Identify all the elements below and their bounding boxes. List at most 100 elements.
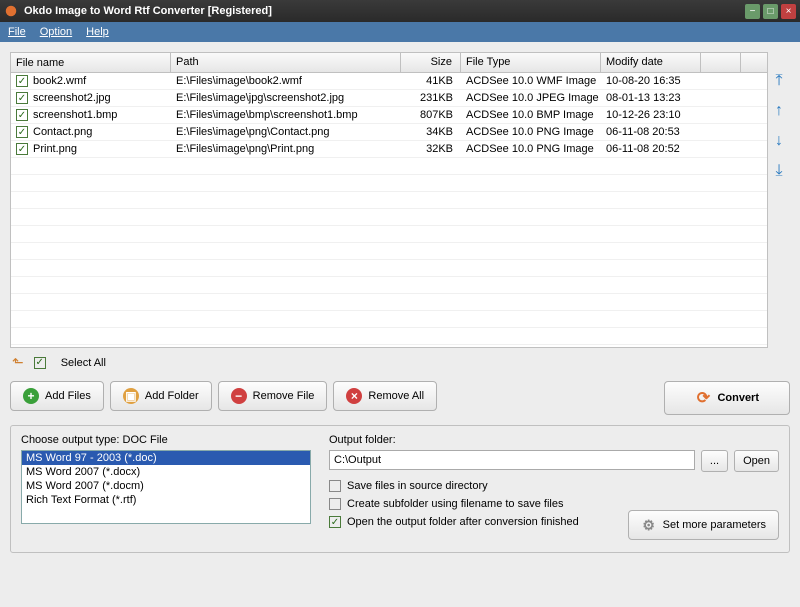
app-logo-icon — [4, 4, 18, 18]
menu-help[interactable]: Help — [86, 26, 109, 38]
list-item[interactable]: MS Word 2007 (*.docx) — [22, 465, 310, 479]
table-row — [11, 158, 767, 175]
col-size[interactable]: Size — [401, 53, 461, 72]
cell-type: ACDSee 10.0 PNG Image — [461, 142, 601, 156]
table-row — [11, 226, 767, 243]
cell-path: E:\Files\image\png\Contact.png — [171, 125, 401, 139]
cell-date: 06-11-08 20:52 — [601, 142, 701, 156]
list-item[interactable]: MS Word 97 - 2003 (*.doc) — [22, 451, 310, 465]
output-type-label: Choose output type: DOC File — [21, 434, 311, 446]
output-folder-label: Output folder: — [329, 434, 779, 446]
table-row — [11, 175, 767, 192]
output-type-list[interactable]: MS Word 97 - 2003 (*.doc) MS Word 2007 (… — [21, 450, 311, 524]
cell-size: 231KB — [401, 91, 461, 105]
col-filename[interactable]: File name — [11, 53, 171, 72]
move-down-icon[interactable]: ↓ — [775, 132, 783, 150]
cell-size: 32KB — [401, 142, 461, 156]
cell-date: 10-08-20 16:35 — [601, 74, 701, 88]
open-after-label: Open the output folder after conversion … — [347, 516, 579, 528]
remove-file-button[interactable]: −Remove File — [218, 381, 328, 411]
move-top-icon[interactable]: ⤒ — [775, 72, 782, 90]
cell-size: 34KB — [401, 125, 461, 139]
cell-size: 41KB — [401, 74, 461, 88]
set-more-parameters-button[interactable]: ⚙Set more parameters — [628, 510, 779, 540]
col-type[interactable]: File Type — [461, 53, 601, 72]
select-all-checkbox[interactable]: ✓ — [34, 357, 46, 369]
move-up-icon[interactable]: ↑ — [775, 102, 783, 120]
cell-type: ACDSee 10.0 BMP Image — [461, 108, 601, 122]
select-all-label: Select All — [61, 357, 106, 369]
table-row[interactable]: ✓ screenshot1.bmp E:\Files\image\bmp\scree… — [11, 107, 767, 124]
convert-button[interactable]: ⟳Convert — [664, 381, 790, 415]
table-row[interactable]: ✓ Print.png E:\Files\image\png\Print.png32… — [11, 141, 767, 158]
close-button[interactable]: × — [781, 4, 796, 19]
row-checkbox[interactable]: ✓ — [16, 143, 28, 155]
table-row[interactable]: ✓ screenshot2.jpg E:\Files\image\jpg\scree… — [11, 90, 767, 107]
folder-icon: ▣ — [123, 388, 139, 404]
window-title: Okdo Image to Word Rtf Converter [Regist… — [24, 5, 742, 17]
cell-filename: Contact.png — [33, 126, 92, 138]
reorder-buttons: ⤒ ↑ ↓ ⤓ — [768, 52, 790, 348]
minimize-button[interactable]: − — [745, 4, 760, 19]
save-source-checkbox[interactable] — [329, 480, 341, 492]
table-row — [11, 260, 767, 277]
output-folder-input[interactable] — [329, 450, 695, 470]
table-row — [11, 328, 767, 345]
cell-path: E:\Files\image\jpg\screenshot2.jpg — [171, 91, 401, 105]
file-grid[interactable]: File name Path Size File Type Modify dat… — [10, 52, 768, 348]
subfolder-label: Create subfolder using filename to save … — [347, 498, 563, 510]
cell-path: E:\Files\image\png\Print.png — [171, 142, 401, 156]
col-extra — [701, 53, 741, 72]
subfolder-checkbox[interactable] — [329, 498, 341, 510]
plus-icon: + — [23, 388, 39, 404]
open-after-checkbox[interactable]: ✓ — [329, 516, 341, 528]
minus-icon: − — [231, 388, 247, 404]
open-button[interactable]: Open — [734, 450, 779, 472]
table-row[interactable]: ✓ book2.wmf E:\Files\image\book2.wmf41KBAC… — [11, 73, 767, 90]
cell-date: 10-12-26 23:10 — [601, 108, 701, 122]
cell-filename: screenshot1.bmp — [33, 109, 117, 121]
gear-icon: ⚙ — [641, 517, 657, 533]
up-folder-icon[interactable]: ⬑ — [12, 354, 24, 371]
cell-filename: screenshot2.jpg — [33, 92, 111, 104]
table-row — [11, 277, 767, 294]
row-checkbox[interactable]: ✓ — [16, 126, 28, 138]
convert-icon: ⟳ — [695, 390, 711, 406]
cell-date: 08-01-13 13:23 — [601, 91, 701, 105]
cell-path: E:\Files\image\bmp\screenshot1.bmp — [171, 108, 401, 122]
add-files-button[interactable]: +Add Files — [10, 381, 104, 411]
titlebar: Okdo Image to Word Rtf Converter [Regist… — [0, 0, 800, 22]
menubar: File Option Help — [0, 22, 800, 42]
browse-button[interactable]: ... — [701, 450, 728, 472]
list-item[interactable]: Rich Text Format (*.rtf) — [22, 493, 310, 507]
row-checkbox[interactable]: ✓ — [16, 92, 28, 104]
maximize-button[interactable]: □ — [763, 4, 778, 19]
table-row — [11, 311, 767, 328]
cell-type: ACDSee 10.0 PNG Image — [461, 125, 601, 139]
cell-size: 807KB — [401, 108, 461, 122]
table-row — [11, 192, 767, 209]
row-checkbox[interactable]: ✓ — [16, 75, 28, 87]
move-bottom-icon[interactable]: ⤓ — [775, 162, 782, 180]
table-row[interactable]: ✓ Contact.png E:\Files\image\png\Contact.p… — [11, 124, 767, 141]
col-path[interactable]: Path — [171, 53, 401, 72]
remove-all-button[interactable]: ×Remove All — [333, 381, 437, 411]
table-row — [11, 209, 767, 226]
col-date[interactable]: Modify date — [601, 53, 701, 72]
menu-file[interactable]: File — [8, 26, 26, 38]
table-row — [11, 243, 767, 260]
cell-path: E:\Files\image\book2.wmf — [171, 74, 401, 88]
row-checkbox[interactable]: ✓ — [16, 109, 28, 121]
x-icon: × — [346, 388, 362, 404]
save-source-label: Save files in source directory — [347, 480, 488, 492]
cell-filename: book2.wmf — [33, 75, 86, 87]
add-folder-button[interactable]: ▣Add Folder — [110, 381, 212, 411]
list-item[interactable]: MS Word 2007 (*.docm) — [22, 479, 310, 493]
cell-filename: Print.png — [33, 143, 77, 155]
cell-type: ACDSee 10.0 WMF Image — [461, 74, 601, 88]
cell-date: 06-11-08 20:53 — [601, 125, 701, 139]
cell-type: ACDSee 10.0 JPEG Image — [461, 91, 601, 105]
table-row — [11, 294, 767, 311]
menu-option[interactable]: Option — [40, 26, 72, 38]
grid-header: File name Path Size File Type Modify dat… — [11, 53, 767, 73]
